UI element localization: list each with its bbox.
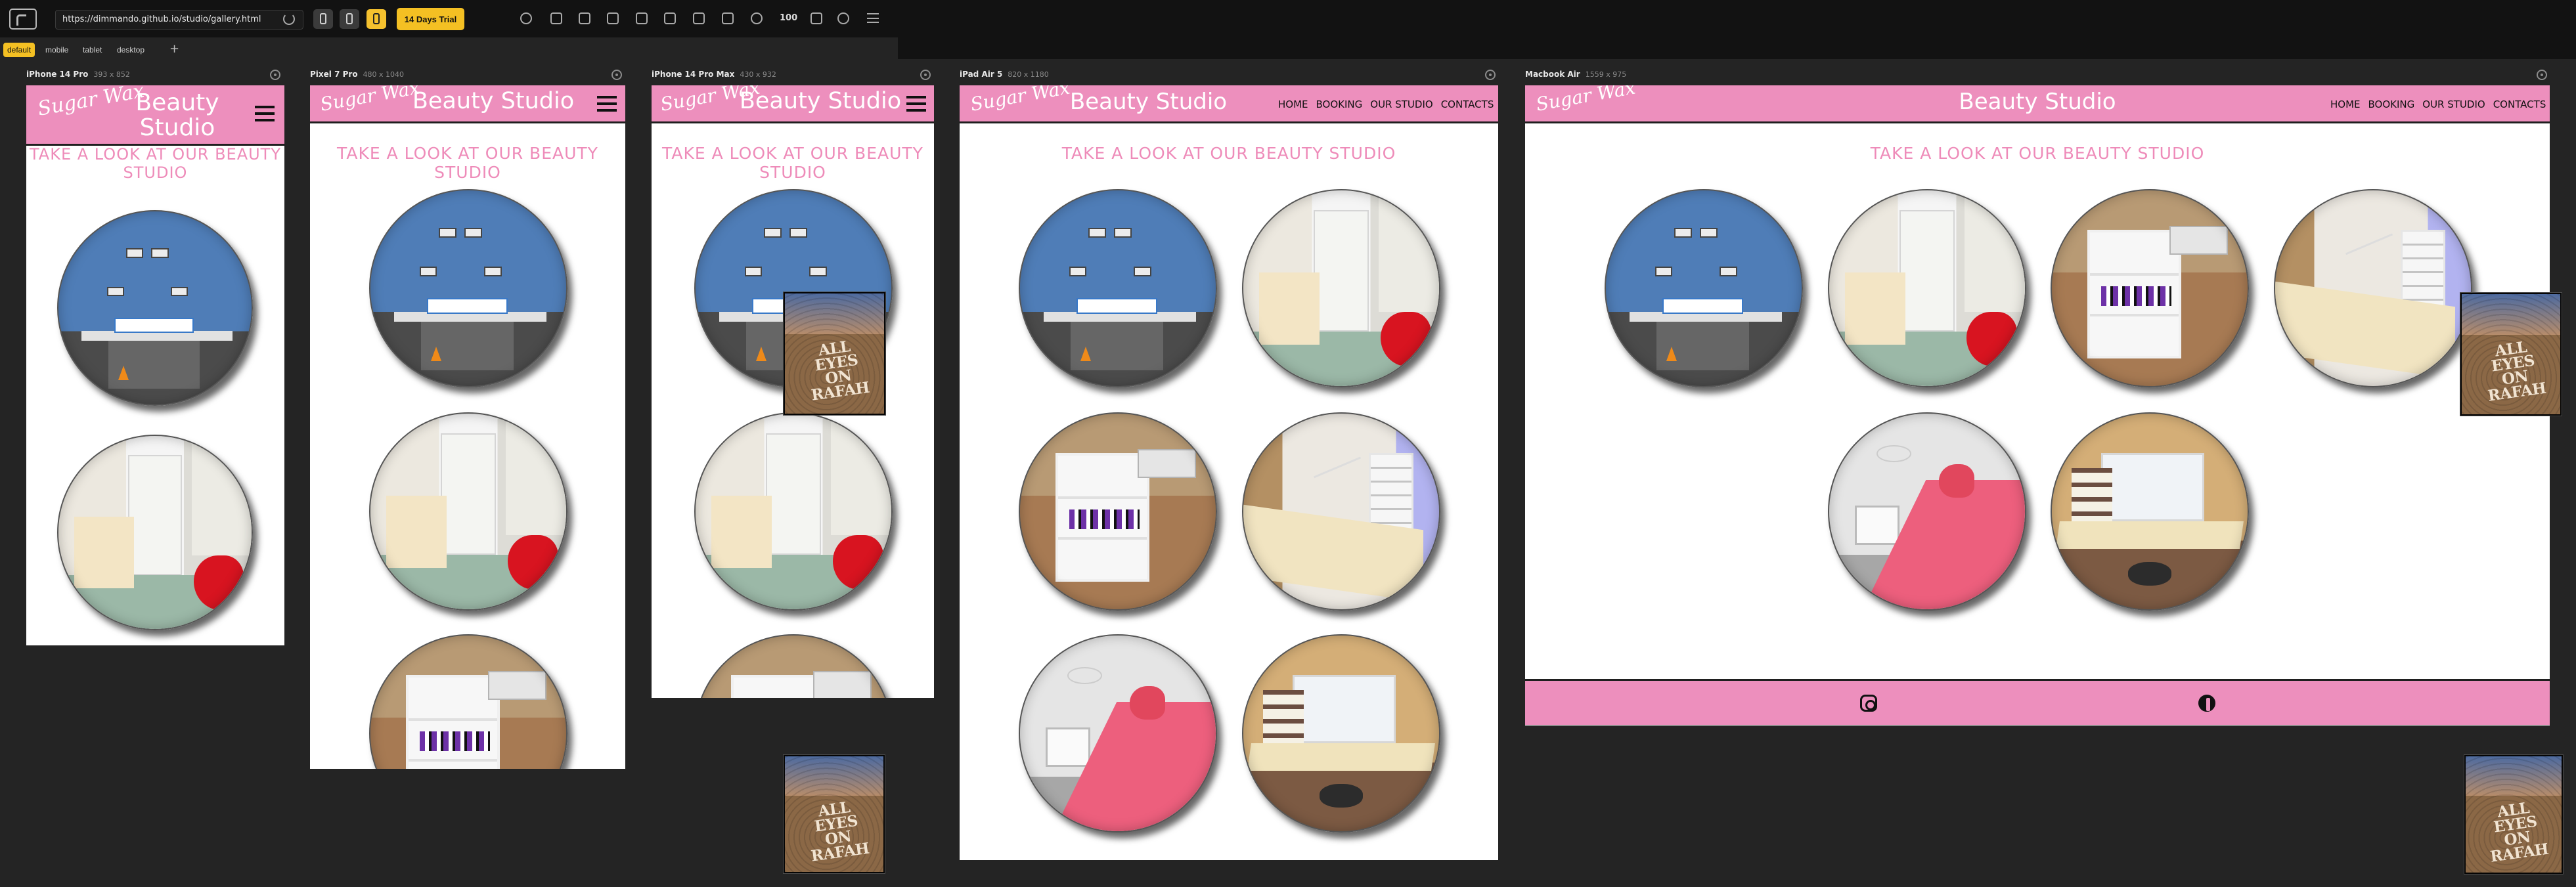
floating-ad-image[interactable]: ALL EYES ON RAFAH bbox=[2464, 755, 2563, 874]
device-frame-ipad-air-5: Sugar Wax Beauty Studio HOME BOOKING OUR… bbox=[960, 85, 1498, 860]
page-title: TAKE A LOOK AT OUR BEAUTY STUDIO bbox=[30, 145, 281, 182]
device-label: iPhone 14 Pro Max 430 x 932 bbox=[652, 70, 776, 79]
sugar-wax-logo[interactable]: Sugar Wax bbox=[36, 85, 148, 121]
sugar-wax-logo[interactable]: Sugar Wax bbox=[319, 85, 421, 116]
site-header: Sugar Wax Beauty Studio HOME BOOKING OUR… bbox=[1525, 85, 2550, 123]
site-header: Sugar Wax Beauty Studio bbox=[26, 85, 284, 146]
network-icon[interactable] bbox=[520, 12, 532, 24]
floating-ad-image[interactable]: ALL EYES ON RAFAH bbox=[784, 755, 885, 873]
site-header: Sugar Wax Beauty Studio HOME BOOKING OUR… bbox=[960, 85, 1498, 123]
device-settings-icon[interactable] bbox=[2537, 70, 2547, 80]
site-header: Sugar Wax Beauty Studio bbox=[310, 85, 625, 123]
device-frame-macbook-air: Sugar Wax Beauty Studio HOME BOOKING OUR… bbox=[1525, 85, 2550, 725]
site-footer bbox=[1525, 679, 2550, 725]
screenshot-icon[interactable] bbox=[811, 12, 822, 24]
instagram-icon[interactable] bbox=[1860, 695, 1877, 712]
gallery-photo-pink-bed[interactable] bbox=[1019, 634, 1217, 833]
main-navigation: HOME BOOKING OUR STUDIO CONTACTS bbox=[2330, 98, 2546, 110]
gallery-photo-reception[interactable] bbox=[57, 435, 253, 630]
mobile-view-button[interactable] bbox=[340, 9, 359, 29]
app-logo-icon[interactable] bbox=[9, 9, 37, 30]
gallery-photo-reception[interactable] bbox=[369, 412, 567, 611]
device-settings-icon[interactable] bbox=[1485, 70, 1496, 80]
device-settings-icon[interactable] bbox=[611, 70, 622, 80]
desktop-view-button[interactable] bbox=[313, 9, 333, 29]
device-frame-pixel-7-pro: Sugar Wax Beauty Studio TAKE A LOOK AT O… bbox=[310, 85, 625, 769]
lock-icon[interactable] bbox=[693, 12, 705, 24]
record-icon[interactable] bbox=[837, 12, 849, 24]
page-title: TAKE A LOOK AT OUR BEAUTY STUDIO bbox=[337, 144, 598, 182]
device-label: iPad Air 5 820 x 1180 bbox=[960, 70, 1049, 79]
rotate-icon[interactable] bbox=[751, 12, 763, 24]
tab-desktop[interactable]: desktop bbox=[113, 43, 148, 57]
nav-our-studio[interactable]: OUR STUDIO bbox=[1370, 98, 1432, 110]
nav-our-studio[interactable]: OUR STUDIO bbox=[2422, 98, 2485, 110]
facebook-icon[interactable] bbox=[2198, 695, 2215, 712]
brand-title[interactable]: Beauty Studio bbox=[1955, 90, 2120, 114]
trial-button[interactable]: 14 Days Trial bbox=[397, 8, 464, 30]
gallery-photo-building[interactable] bbox=[1605, 189, 1803, 387]
tab-default[interactable]: default bbox=[3, 43, 35, 57]
menu-icon[interactable] bbox=[867, 13, 879, 23]
nav-contacts[interactable]: CONTACTS bbox=[1441, 98, 1494, 110]
gallery-photo-reception[interactable] bbox=[694, 412, 893, 611]
gallery-photo-reception[interactable] bbox=[1242, 189, 1440, 387]
device-frame-iphone-14-pro: Sugar Wax Beauty Studio TAKE A LOOK AT OU… bbox=[26, 85, 284, 645]
brand-title[interactable]: Beauty Studio bbox=[1068, 90, 1229, 114]
device-label: Macbook Air 1559 x 975 bbox=[1525, 70, 1627, 79]
gallery-photo-building[interactable] bbox=[57, 210, 253, 406]
nav-booking[interactable]: BOOKING bbox=[2368, 98, 2415, 110]
nav-contacts[interactable]: CONTACTS bbox=[2493, 98, 2546, 110]
tab-tablet[interactable]: tablet bbox=[79, 43, 106, 57]
device-settings-icon[interactable] bbox=[920, 70, 931, 80]
gallery-photo-treatment-room[interactable] bbox=[2274, 189, 2472, 387]
main-navigation: HOME BOOKING OUR STUDIO CONTACTS bbox=[1278, 98, 1494, 110]
brand-title[interactable]: Beauty Studio bbox=[738, 89, 902, 114]
url-input[interactable]: https://dimmando.github.io/studio/galler… bbox=[55, 10, 303, 30]
device-label: Pixel 7 Pro 480 x 1040 bbox=[310, 70, 405, 79]
brand-title[interactable]: Beauty Studio bbox=[411, 89, 575, 114]
gallery-photo-building[interactable] bbox=[369, 189, 567, 387]
gallery-photo-treatment-room[interactable] bbox=[1242, 412, 1440, 611]
tab-mobile[interactable]: mobile bbox=[41, 43, 72, 57]
hand-icon[interactable] bbox=[664, 12, 676, 24]
zoom-level[interactable]: 100 bbox=[780, 13, 797, 23]
gallery-photo-building[interactable] bbox=[1019, 189, 1217, 387]
nav-booking[interactable]: BOOKING bbox=[1316, 98, 1363, 110]
ruler-icon[interactable] bbox=[607, 12, 619, 24]
grid-icon[interactable] bbox=[636, 12, 648, 24]
gallery-photo-room-window[interactable] bbox=[1242, 634, 1440, 833]
floating-ad-image[interactable]: ALL EYES ON RAFAH bbox=[2460, 293, 2562, 416]
nav-home[interactable]: HOME bbox=[2330, 98, 2361, 110]
gallery-photo-room-window[interactable] bbox=[2051, 412, 2249, 611]
sugar-wax-logo[interactable]: Sugar Wax bbox=[1534, 85, 1637, 116]
table-icon[interactable] bbox=[579, 12, 590, 24]
nav-home[interactable]: HOME bbox=[1278, 98, 1308, 110]
gallery-photo-shelves[interactable] bbox=[2051, 189, 2249, 387]
responsive-view-button[interactable] bbox=[366, 9, 386, 29]
reload-icon[interactable] bbox=[283, 13, 295, 25]
add-tab-button[interactable]: + bbox=[169, 42, 179, 56]
page-title: TAKE A LOOK AT OUR BEAUTY STUDIO bbox=[662, 144, 923, 182]
page-title: TAKE A LOOK AT OUR BEAUTY STUDIO bbox=[1061, 144, 1396, 163]
fullscreen-icon[interactable] bbox=[722, 12, 734, 24]
device-label: iPhone 14 Pro 393 x 852 bbox=[26, 70, 130, 79]
page-title: TAKE A LOOK AT OUR BEAUTY STUDIO bbox=[1870, 144, 2205, 163]
device-settings-icon[interactable] bbox=[270, 70, 280, 80]
toolbar-background bbox=[898, 0, 2576, 59]
hamburger-menu-icon[interactable] bbox=[255, 106, 275, 121]
hamburger-menu-icon[interactable] bbox=[906, 96, 926, 112]
site-header: Sugar Wax Beauty Studio bbox=[652, 85, 934, 123]
floating-ad-image[interactable]: ALL EYES ON RAFAH bbox=[784, 292, 885, 415]
gallery-photo-shelves[interactable] bbox=[694, 634, 893, 698]
copy-icon[interactable] bbox=[550, 12, 562, 24]
gallery-photo-reception[interactable] bbox=[1828, 189, 2026, 387]
gallery-photo-shelves[interactable] bbox=[369, 634, 567, 769]
brand-title[interactable]: Beauty Studio bbox=[131, 91, 223, 141]
hamburger-menu-icon[interactable] bbox=[597, 96, 617, 112]
gallery-photo-pink-bed[interactable] bbox=[1828, 412, 2026, 611]
sugar-wax-logo[interactable]: Sugar Wax bbox=[969, 85, 1071, 116]
gallery-photo-shelves[interactable] bbox=[1019, 412, 1217, 611]
